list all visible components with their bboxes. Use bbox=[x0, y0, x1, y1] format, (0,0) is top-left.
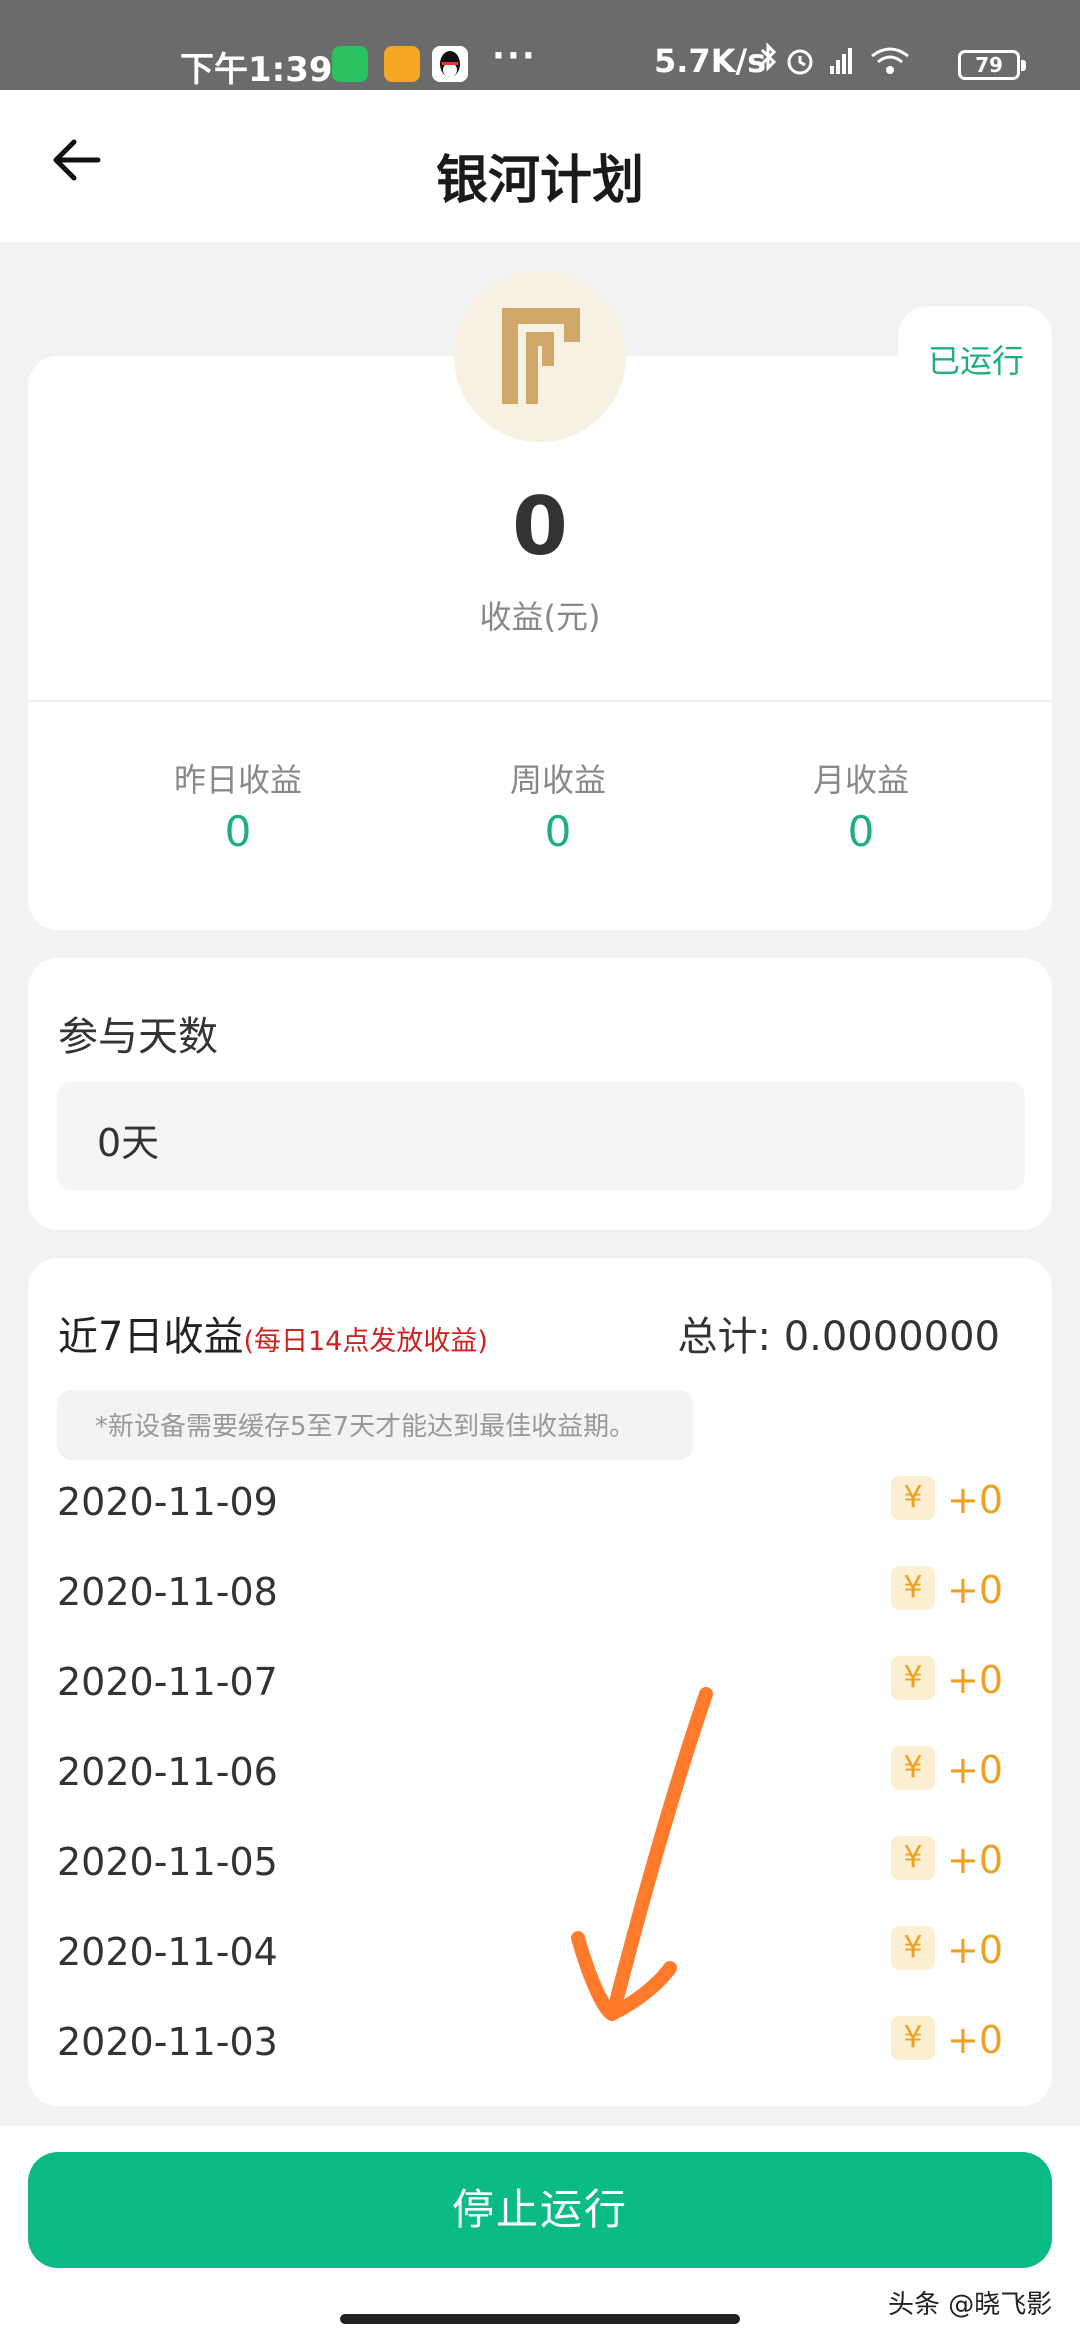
stat-label: 昨日收益 bbox=[173, 761, 302, 799]
income-label: 收益(元) bbox=[479, 598, 601, 636]
hint-text: *新设备需要缓存5至7天才能达到最佳收益期。 bbox=[95, 1412, 636, 1442]
home-indicator[interactable] bbox=[340, 2314, 740, 2324]
yen-icon: ¥ bbox=[891, 1476, 935, 1520]
status-badge: 已运行 bbox=[928, 342, 1025, 380]
row-amount: +0 bbox=[947, 2018, 1004, 2062]
bluetooth-alarm-signal-wifi-icons bbox=[760, 42, 909, 75]
divider bbox=[28, 700, 1052, 702]
plan-logo bbox=[454, 270, 626, 442]
stat-yesterday: 昨日收益 0 bbox=[88, 755, 388, 856]
participation-days-value: 0天 bbox=[97, 1121, 160, 1165]
network-speed: 5.7K/s bbox=[654, 42, 767, 80]
wechat-icon bbox=[332, 46, 368, 82]
row-amount: +0 bbox=[947, 1568, 1004, 1612]
notes-app-icon bbox=[384, 46, 420, 82]
yen-icon: ¥ bbox=[891, 1656, 935, 1700]
yen-icon: ¥ bbox=[891, 1746, 935, 1790]
stat-value: 0 bbox=[847, 807, 875, 856]
row-date: 2020-11-06 bbox=[57, 1750, 278, 1794]
yen-icon: ¥ bbox=[891, 1836, 935, 1880]
nav-bar: 银河计划 bbox=[0, 90, 1080, 242]
row-amount: +0 bbox=[947, 1748, 1004, 1792]
earnings-row: 2020-11-05 ¥ +0 bbox=[57, 1830, 1003, 1900]
row-amount: +0 bbox=[947, 1478, 1004, 1522]
yen-icon: ¥ bbox=[891, 1566, 935, 1610]
row-amount: +0 bbox=[947, 1838, 1004, 1882]
row-amount: +0 bbox=[947, 1928, 1004, 1972]
earnings-row: 2020-11-03 ¥ +0 bbox=[57, 2010, 1003, 2080]
yen-icon: ¥ bbox=[891, 2016, 935, 2060]
watermark: 头条 @晓飞影 bbox=[888, 2290, 1053, 2320]
stat-label: 月收益 bbox=[812, 761, 909, 799]
status-time: 下午1:39 bbox=[180, 50, 333, 90]
status-bar: 下午1:39 ··· 5.7K/s 79 bbox=[0, 0, 1080, 90]
page-title: 银河计划 bbox=[435, 151, 644, 211]
participation-days-box: 0天 bbox=[57, 1082, 1025, 1190]
row-amount: +0 bbox=[947, 1658, 1004, 1702]
recent-earnings-heading: 近7日收益 bbox=[58, 1314, 244, 1360]
participation-title: 参与天数 bbox=[58, 1014, 218, 1060]
battery-icon: 79 bbox=[958, 50, 1026, 80]
stat-value: 0 bbox=[544, 807, 572, 856]
row-date: 2020-11-07 bbox=[57, 1660, 278, 1704]
stat-week: 周收益 0 bbox=[408, 755, 708, 856]
plan-logo-icon bbox=[502, 308, 580, 404]
row-date: 2020-11-08 bbox=[57, 1570, 278, 1614]
earnings-row: 2020-11-09 ¥ +0 bbox=[57, 1470, 1003, 1540]
annotation-arrow-icon bbox=[571, 1687, 713, 2021]
row-date: 2020-11-04 bbox=[57, 1930, 278, 1974]
recent-earnings-title: 近7日收益(每日14点发放收益) bbox=[58, 1304, 488, 1362]
qq-icon bbox=[432, 46, 468, 82]
stat-label: 周收益 bbox=[509, 761, 606, 799]
earnings-row: 2020-11-06 ¥ +0 bbox=[57, 1740, 1003, 1810]
row-date: 2020-11-09 bbox=[57, 1480, 278, 1524]
payout-note: (每日14点发放收益) bbox=[243, 1326, 488, 1357]
stat-value: 0 bbox=[224, 807, 252, 856]
earnings-row: 2020-11-04 ¥ +0 bbox=[57, 1920, 1003, 1990]
stop-running-button[interactable]: 停止运行 bbox=[28, 2152, 1052, 2268]
hint-box: *新设备需要缓存5至7天才能达到最佳收益期。 bbox=[57, 1390, 693, 1460]
row-date: 2020-11-05 bbox=[57, 1840, 278, 1884]
stat-month: 月收益 0 bbox=[711, 755, 1011, 856]
row-date: 2020-11-03 bbox=[57, 2020, 278, 2064]
earnings-row: 2020-11-07 ¥ +0 bbox=[57, 1650, 1003, 1720]
more-notifications-icon: ··· bbox=[492, 36, 537, 76]
yen-icon: ¥ bbox=[891, 1926, 935, 1970]
system-icons bbox=[756, 42, 946, 86]
income-value: 0 bbox=[512, 480, 568, 573]
total-earnings: 总计: 0.0000000 bbox=[677, 1314, 1001, 1360]
earnings-row: 2020-11-08 ¥ +0 bbox=[57, 1560, 1003, 1630]
